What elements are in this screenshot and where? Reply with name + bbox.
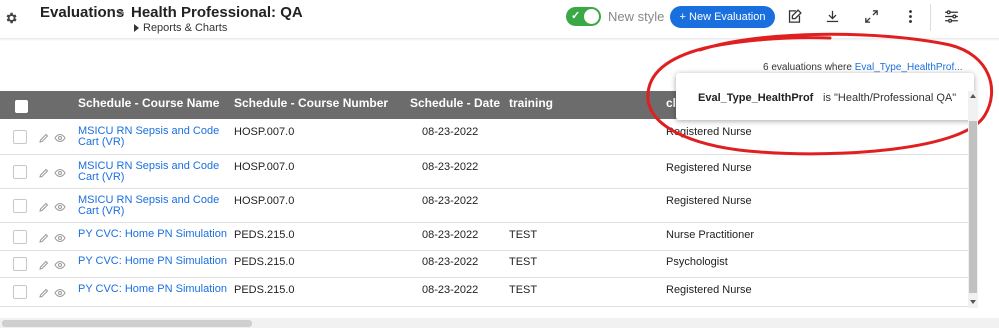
training: TEST [509, 229, 538, 241]
schedule-date: 08-23-2022 [422, 195, 479, 207]
course-number: HOSP.007.0 [234, 161, 295, 173]
column-training[interactable]: training [509, 96, 553, 110]
gear-icon[interactable] [4, 11, 18, 25]
edit-doc-icon[interactable] [786, 8, 803, 25]
expand-icon[interactable] [863, 8, 880, 25]
evaluation-count-text: 6 evaluations where [763, 62, 852, 73]
pencil-icon[interactable] [38, 167, 50, 179]
reports-charts-link[interactable]: Reports & Charts [134, 22, 227, 34]
header-divider [930, 4, 931, 31]
row-checkbox[interactable] [13, 257, 27, 271]
clinician: Registered Nurse [666, 162, 752, 174]
training: TEST [509, 284, 538, 296]
header-shadow [0, 38, 999, 41]
more-vertical-icon[interactable] [902, 8, 919, 25]
course-name-link[interactable]: PY CVC: Home PN Simulation [78, 229, 227, 240]
eye-icon[interactable] [54, 232, 66, 244]
course-name-link[interactable]: MSICU RN Sepsis and Code Cart (VR) [78, 126, 223, 148]
schedule-date: 08-23-2022 [422, 161, 479, 173]
course-name-link[interactable]: PY CVC: Home PN Simulation [78, 284, 227, 295]
column-course-name[interactable]: Schedule - Course Name [78, 96, 219, 110]
table-row[interactable]: PY CVC: Home PN Simulation PEDS.215.0 08… [0, 223, 972, 251]
new-evaluation-button[interactable]: + New Evaluation [670, 6, 775, 28]
eye-icon[interactable] [54, 167, 66, 179]
clinician: Nurse Practitioner [666, 229, 755, 241]
pencil-icon[interactable] [38, 287, 50, 299]
clinician: Registered Nurse [666, 195, 752, 207]
schedule-date: 08-23-2022 [422, 229, 479, 241]
horizontal-scrollbar-thumb[interactable] [2, 320, 252, 327]
eye-icon[interactable] [54, 201, 66, 213]
schedule-date: 08-23-2022 [422, 284, 479, 296]
scroll-down-icon[interactable] [970, 300, 976, 304]
popover-value: is "Health/Professional QA" [823, 92, 957, 104]
filter-popover: Eval_Type_HealthProf is "Health/Professi… [676, 73, 974, 120]
course-name-link[interactable]: MSICU RN Sepsis and Code Cart (VR) [78, 161, 223, 183]
table-row[interactable]: MSICU RN Sepsis and Code Cart (VR) HOSP.… [0, 155, 972, 189]
course-name-link[interactable]: PY CVC: Home PN Simulation [78, 256, 227, 267]
pencil-icon[interactable] [38, 232, 50, 244]
table-row[interactable]: PY CVC: Home PN Simulation PEDS.215.0 08… [0, 251, 972, 278]
row-checkbox[interactable] [13, 130, 27, 144]
evaluation-count: 6 evaluations where Eval_Type_HealthProf… [763, 62, 963, 73]
course-name-link[interactable]: MSICU RN Sepsis and Code Cart (VR) [78, 195, 223, 217]
course-number: PEDS.215.0 [234, 256, 295, 268]
row-checkbox[interactable] [13, 230, 27, 244]
app-header: Evaluations > Health Professional: QA Re… [0, 0, 999, 40]
check-icon: ✓ [571, 10, 581, 22]
eye-icon[interactable] [54, 132, 66, 144]
table-row[interactable]: PY CVC: Home PN Simulation PEDS.215.0 08… [0, 278, 972, 307]
row-checkbox[interactable] [13, 165, 27, 179]
breadcrumb-evaluations[interactable]: Evaluations [40, 4, 124, 21]
scroll-up-icon[interactable] [970, 94, 976, 98]
page-title: Health Professional: QA [131, 4, 303, 21]
horizontal-scrollbar[interactable] [0, 318, 999, 328]
scrollbar-thumb[interactable] [969, 121, 977, 293]
select-all-checkbox[interactable] [15, 100, 28, 113]
training: TEST [509, 256, 538, 268]
column-date[interactable]: Schedule - Date [410, 96, 500, 110]
schedule-date: 08-23-2022 [422, 256, 479, 268]
reports-charts-label: Reports & Charts [143, 22, 228, 34]
filter-sliders-icon[interactable] [943, 8, 960, 25]
toggle-knob [584, 9, 599, 24]
course-number: PEDS.215.0 [234, 284, 295, 296]
schedule-date: 08-23-2022 [422, 126, 479, 138]
pencil-icon[interactable] [38, 259, 50, 271]
filter-link[interactable]: Eval_Type_HealthProf... [855, 62, 963, 73]
new-style-toggle[interactable]: ✓ [566, 7, 601, 26]
table-row[interactable]: MSICU RN Sepsis and Code Cart (VR) HOSP.… [0, 189, 972, 223]
course-number: HOSP.007.0 [234, 195, 295, 207]
vertical-scrollbar[interactable] [968, 91, 978, 308]
new-style-label: New style [608, 9, 665, 24]
course-number: PEDS.215.0 [234, 229, 295, 241]
clinician: Registered Nurse [666, 126, 752, 138]
clinician: Registered Nurse [666, 284, 752, 296]
pencil-icon[interactable] [38, 132, 50, 144]
popover-field: Eval_Type_HealthProf [698, 92, 814, 104]
download-icon[interactable] [824, 8, 841, 25]
caret-right-icon [134, 24, 139, 32]
pencil-icon[interactable] [38, 201, 50, 213]
row-checkbox[interactable] [13, 199, 27, 213]
table-row[interactable]: MSICU RN Sepsis and Code Cart (VR) HOSP.… [0, 119, 972, 155]
breadcrumb-separator: > [117, 5, 125, 20]
column-course-number[interactable]: Schedule - Course Number [234, 96, 388, 110]
clinician: Psychologist [666, 256, 728, 268]
row-checkbox[interactable] [13, 285, 27, 299]
eye-icon[interactable] [54, 259, 66, 271]
eye-icon[interactable] [54, 287, 66, 299]
course-number: HOSP.007.0 [234, 126, 295, 138]
